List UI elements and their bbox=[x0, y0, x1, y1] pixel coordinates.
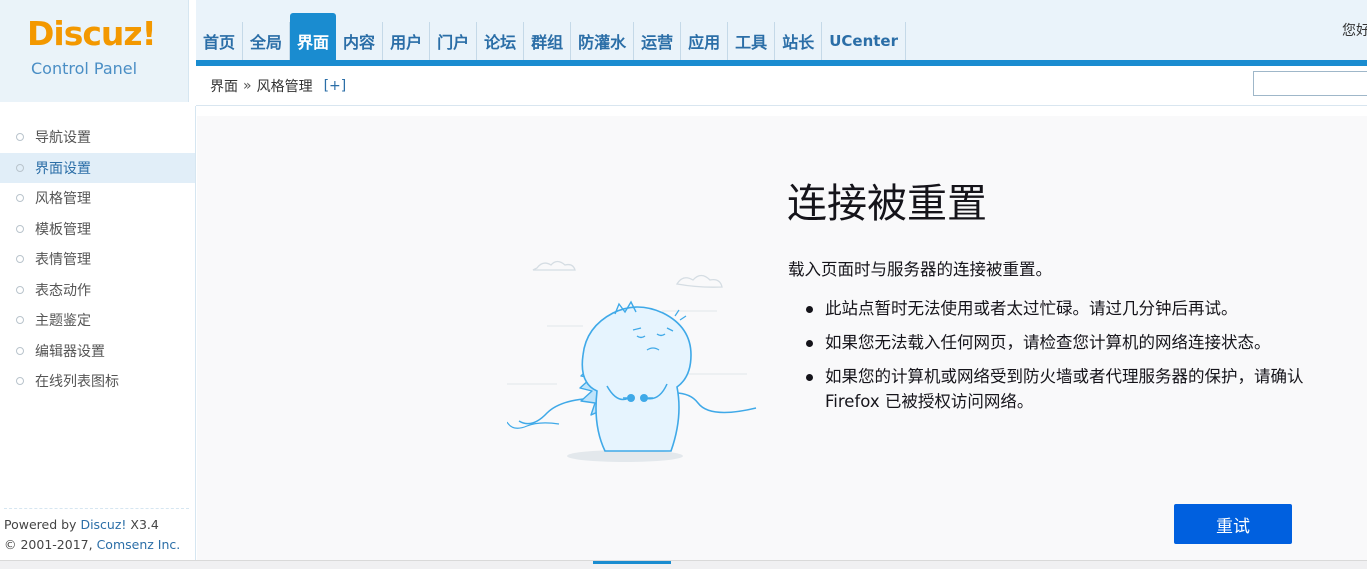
nav-antispam[interactable]: 防灌水 bbox=[571, 22, 635, 60]
circle-bullet-icon bbox=[16, 285, 24, 294]
powered-prefix: Powered by bbox=[4, 517, 81, 532]
add-shortcut-button[interactable]: [+] bbox=[324, 78, 347, 94]
nav-content[interactable]: 内容 bbox=[336, 22, 384, 60]
nav-users[interactable]: 用户 bbox=[383, 22, 431, 60]
breadcrumb-separator: » bbox=[243, 77, 252, 94]
circle-bullet-icon bbox=[16, 194, 24, 202]
breadcrumb-section[interactable]: 界面 bbox=[210, 76, 238, 96]
copyright-prefix: © 2001-2017, bbox=[4, 537, 97, 552]
nav-ucenter[interactable]: UCenter bbox=[822, 22, 906, 60]
sidebar-item-label: 编辑器设置 bbox=[35, 343, 105, 360]
circle-bullet-icon bbox=[16, 346, 24, 355]
retry-button[interactable]: 重试 bbox=[1174, 504, 1292, 544]
error-suggestion-item: 如果您的计算机或网络受到防火墙或者代理服务器的保护，请确认 Firefox 已被… bbox=[806, 364, 1306, 414]
circle-bullet-icon bbox=[16, 255, 24, 263]
sidebar: 导航设置 界面设置 风格管理 模板管理 表情管理 表态动作 主题鉴定 编辑器设置… bbox=[0, 106, 196, 560]
sidebar-item-templates[interactable]: 模板管理 bbox=[0, 214, 195, 245]
nav-global[interactable]: 全局 bbox=[243, 22, 291, 60]
sidebar-item-label: 主题鉴定 bbox=[35, 313, 91, 330]
bottom-strip bbox=[0, 560, 1367, 569]
breadcrumb-page: 风格管理 bbox=[256, 78, 313, 95]
sidebar-item-online-list-icons[interactable]: 在线列表图标 bbox=[0, 366, 195, 397]
powered-line: Powered by Discuz! X3.4 bbox=[4, 515, 189, 535]
sidebar-item-editor-settings[interactable]: 编辑器设置 bbox=[0, 336, 195, 367]
logo-subtitle: Control Panel bbox=[31, 59, 138, 78]
top-navigation: 首页 全局 界面 内容 用户 门户 论坛 群组 防灌水 运营 应用 工具 站长 … bbox=[196, 13, 906, 60]
sidebar-item-label: 表情管理 bbox=[35, 252, 91, 269]
powered-by: Powered by Discuz! X3.4 © 2001-2017, Com… bbox=[4, 508, 189, 555]
sidebar-item-click-actions[interactable]: 表态动作 bbox=[0, 275, 195, 306]
circle-bullet-icon bbox=[16, 316, 24, 324]
logo-brand: Discuz! bbox=[27, 14, 157, 53]
sidebar-item-styles[interactable]: 风格管理 bbox=[0, 183, 195, 214]
main-content: 连接被重置 载入页面时与服务器的连接被重置。 此站点暂时无法使用或者太过忙碌。请… bbox=[197, 116, 1367, 560]
sidebar-item-label: 模板管理 bbox=[35, 221, 91, 238]
breadcrumb: 界面 » 风格管理 [+] bbox=[196, 66, 1367, 106]
copyright-company-link[interactable]: Comsenz Inc. bbox=[97, 537, 181, 552]
search-input[interactable] bbox=[1253, 71, 1367, 96]
sidebar-item-smilies[interactable]: 表情管理 bbox=[0, 244, 195, 275]
sidebar-item-label: 在线列表图标 bbox=[35, 374, 119, 391]
error-description: 载入页面时与服务器的连接被重置。 bbox=[788, 260, 1052, 279]
error-suggestions: 此站点暂时无法使用或者太过忙碌。请过几分钟后再试。 如果您无法载入任何网页，请检… bbox=[806, 296, 1306, 423]
copyright-line: © 2001-2017, Comsenz Inc. bbox=[4, 535, 189, 555]
sidebar-item-interface-settings[interactable]: 界面设置 bbox=[0, 152, 195, 183]
powered-version: X3.4 bbox=[126, 517, 159, 532]
sidebar-item-label: 导航设置 bbox=[35, 130, 91, 147]
nav-portal[interactable]: 门户 bbox=[430, 22, 478, 60]
error-suggestion-item: 如果您无法载入任何网页，请检查您计算机的网络连接状态。 bbox=[806, 330, 1306, 355]
sidebar-item-thread-stamps[interactable]: 主题鉴定 bbox=[0, 305, 195, 336]
sidebar-item-label: 界面设置 bbox=[35, 160, 91, 177]
nav-tools[interactable]: 工具 bbox=[728, 22, 776, 60]
nav-apps[interactable]: 应用 bbox=[681, 22, 729, 60]
circle-bullet-icon bbox=[16, 224, 24, 233]
nav-interface[interactable]: 界面 bbox=[290, 13, 337, 60]
nav-groups[interactable]: 群组 bbox=[524, 22, 572, 60]
sidebar-item-label: 表态动作 bbox=[35, 282, 91, 299]
bottom-tab-highlight bbox=[593, 561, 671, 564]
unplugged-dinosaur-icon bbox=[507, 260, 757, 462]
nav-webmaster[interactable]: 站长 bbox=[775, 22, 823, 60]
circle-bullet-icon bbox=[16, 377, 24, 385]
user-greeting: 您好 bbox=[1342, 23, 1367, 39]
nav-operations[interactable]: 运营 bbox=[634, 22, 682, 60]
nav-forum[interactable]: 论坛 bbox=[477, 22, 525, 60]
circle-bullet-icon bbox=[16, 163, 24, 172]
logo[interactable]: Discuz! Control Panel bbox=[0, 0, 189, 102]
nav-home[interactable]: 首页 bbox=[196, 22, 244, 60]
error-suggestion-item: 此站点暂时无法使用或者太过忙碌。请过几分钟后再试。 bbox=[806, 296, 1306, 321]
app-window: Discuz! Control Panel 首页 全局 界面 内容 用户 门户 … bbox=[0, 0, 1367, 569]
circle-bullet-icon bbox=[16, 133, 24, 141]
sidebar-item-navigation[interactable]: 导航设置 bbox=[0, 122, 195, 153]
powered-product-link[interactable]: Discuz! bbox=[80, 517, 126, 532]
sidebar-item-label: 风格管理 bbox=[35, 191, 91, 208]
error-title: 连接被重置 bbox=[787, 181, 987, 227]
header: Discuz! Control Panel 首页 全局 界面 内容 用户 门户 … bbox=[0, 0, 1367, 106]
